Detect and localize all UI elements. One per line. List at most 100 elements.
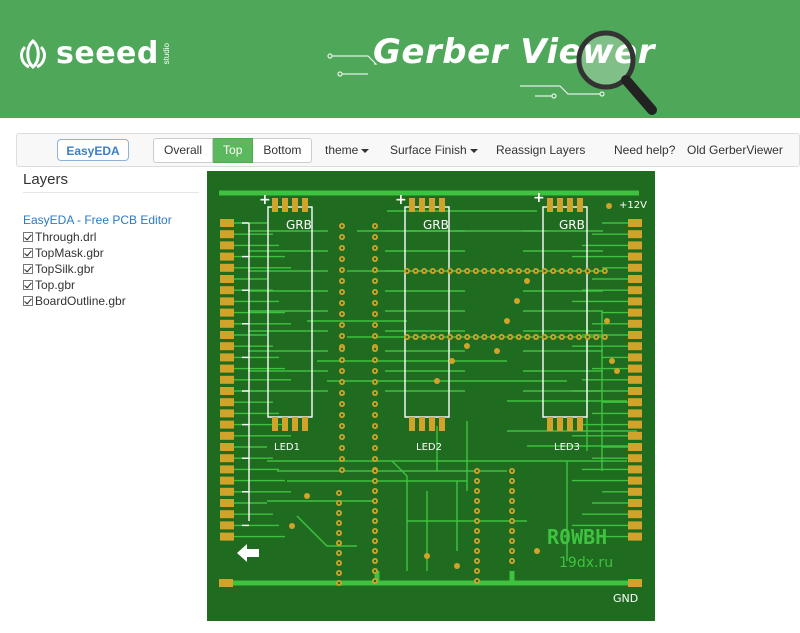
via-hole xyxy=(373,489,377,493)
via-hole xyxy=(448,269,452,273)
via-hole xyxy=(340,235,344,239)
via-hole xyxy=(577,335,581,339)
surface-finish-menu[interactable]: Surface Finish xyxy=(390,143,478,157)
via-hole xyxy=(337,561,341,565)
via-hole xyxy=(457,335,460,339)
via-hole xyxy=(373,413,377,417)
via-hole xyxy=(373,402,377,406)
via-hole xyxy=(474,335,477,339)
via-hole xyxy=(340,312,344,316)
layer-checkbox[interactable] xyxy=(23,296,33,306)
header-pad xyxy=(220,387,234,395)
via xyxy=(604,318,610,324)
via-hole xyxy=(340,435,344,439)
overall-view-button[interactable]: Overall xyxy=(153,138,214,163)
led-pad xyxy=(409,417,415,431)
seeed-logo[interactable]: seeed studio xyxy=(16,36,171,71)
layer-name: Through.drl xyxy=(35,230,97,244)
via-hole xyxy=(340,347,344,351)
via-hole xyxy=(373,380,377,384)
layer-item-topsilk[interactable]: TopSilk.gbr xyxy=(23,261,126,277)
header-pad xyxy=(220,476,234,485)
via-hole xyxy=(440,335,443,339)
layer-item-top[interactable]: Top.gbr xyxy=(23,277,126,293)
led-pad xyxy=(567,198,573,212)
via-hole xyxy=(337,541,341,545)
header-pad xyxy=(220,487,234,496)
via-hole xyxy=(510,469,514,473)
via-hole xyxy=(517,335,520,339)
grb-label-3: GRB xyxy=(559,218,585,232)
header-pad xyxy=(628,286,642,295)
via-hole xyxy=(373,268,377,272)
via-hole xyxy=(337,511,341,515)
layers-heading: Layers xyxy=(23,171,69,188)
via xyxy=(534,548,540,554)
theme-menu[interactable]: theme xyxy=(325,143,370,157)
via-hole xyxy=(340,301,344,305)
via xyxy=(514,298,520,304)
site-label: 19dx.ru xyxy=(559,555,613,571)
led-pad xyxy=(272,198,278,212)
via-hole xyxy=(526,269,529,273)
header-pad xyxy=(220,454,234,463)
header-pad xyxy=(628,487,642,496)
led-pad xyxy=(429,417,435,431)
reassign-layers-link[interactable]: Reassign Layers xyxy=(496,143,585,157)
via-hole xyxy=(373,424,377,428)
layer-checkbox[interactable] xyxy=(23,280,33,290)
header-pad xyxy=(628,342,642,351)
header-pad xyxy=(220,510,234,519)
header-pad xyxy=(220,342,234,351)
led-pad xyxy=(577,198,583,212)
header-pad xyxy=(220,275,234,283)
header-pad xyxy=(628,521,642,530)
easyeda-link[interactable]: EasyEDA - Free PCB Editor xyxy=(23,213,172,227)
via-hole xyxy=(475,519,479,523)
layer-checkbox[interactable] xyxy=(23,232,33,242)
via xyxy=(524,278,530,284)
layer-item-topmask[interactable]: TopMask.gbr xyxy=(23,245,126,261)
via-hole xyxy=(373,529,377,533)
header-pad xyxy=(220,241,234,250)
via-hole xyxy=(373,369,377,373)
via-hole xyxy=(431,269,434,273)
via-hole xyxy=(337,571,341,575)
via-hole xyxy=(373,479,377,483)
via-hole xyxy=(603,335,606,339)
gnd-pad xyxy=(628,579,642,587)
bottom-view-button[interactable]: Bottom xyxy=(253,138,313,163)
via-hole xyxy=(373,358,377,362)
via xyxy=(304,493,310,499)
via-hole xyxy=(340,268,344,272)
led-pad xyxy=(439,198,445,212)
help-link[interactable]: Need help? xyxy=(614,143,675,157)
header-pad xyxy=(628,308,642,317)
layer-item-boardoutline[interactable]: BoardOutline.gbr xyxy=(23,293,126,309)
via-hole xyxy=(500,269,503,273)
led-pad xyxy=(419,198,425,212)
header-pad xyxy=(628,499,642,507)
header-banner: seeed studio Gerber Viewer xyxy=(0,0,800,118)
top-view-button[interactable]: Top xyxy=(213,138,254,163)
old-gerber-viewer-link[interactable]: Old GerberViewer xyxy=(687,143,783,157)
theme-menu-label: theme xyxy=(325,143,359,157)
via-hole xyxy=(373,235,377,239)
layer-item-through[interactable]: Through.drl xyxy=(23,229,126,245)
via-hole xyxy=(510,509,514,513)
via-hole xyxy=(337,581,341,585)
layer-checkbox[interactable] xyxy=(23,248,33,258)
header-pad xyxy=(220,375,234,384)
header-pad xyxy=(628,319,642,328)
header-pad xyxy=(220,499,234,507)
led-pad xyxy=(429,198,435,212)
layer-checkbox[interactable] xyxy=(23,264,33,274)
header-pad xyxy=(220,398,234,407)
layer-name: Top.gbr xyxy=(35,278,76,292)
via-hole xyxy=(373,569,377,573)
pcb-viewer-canvas[interactable]: GRB GRB GRB LED1 LED2 LED3 + + + +12V GN… xyxy=(207,171,655,621)
via-hole xyxy=(560,335,563,339)
via-hole xyxy=(475,529,479,533)
easyeda-badge[interactable]: EasyEDA xyxy=(57,139,129,161)
led-pad xyxy=(547,417,553,431)
